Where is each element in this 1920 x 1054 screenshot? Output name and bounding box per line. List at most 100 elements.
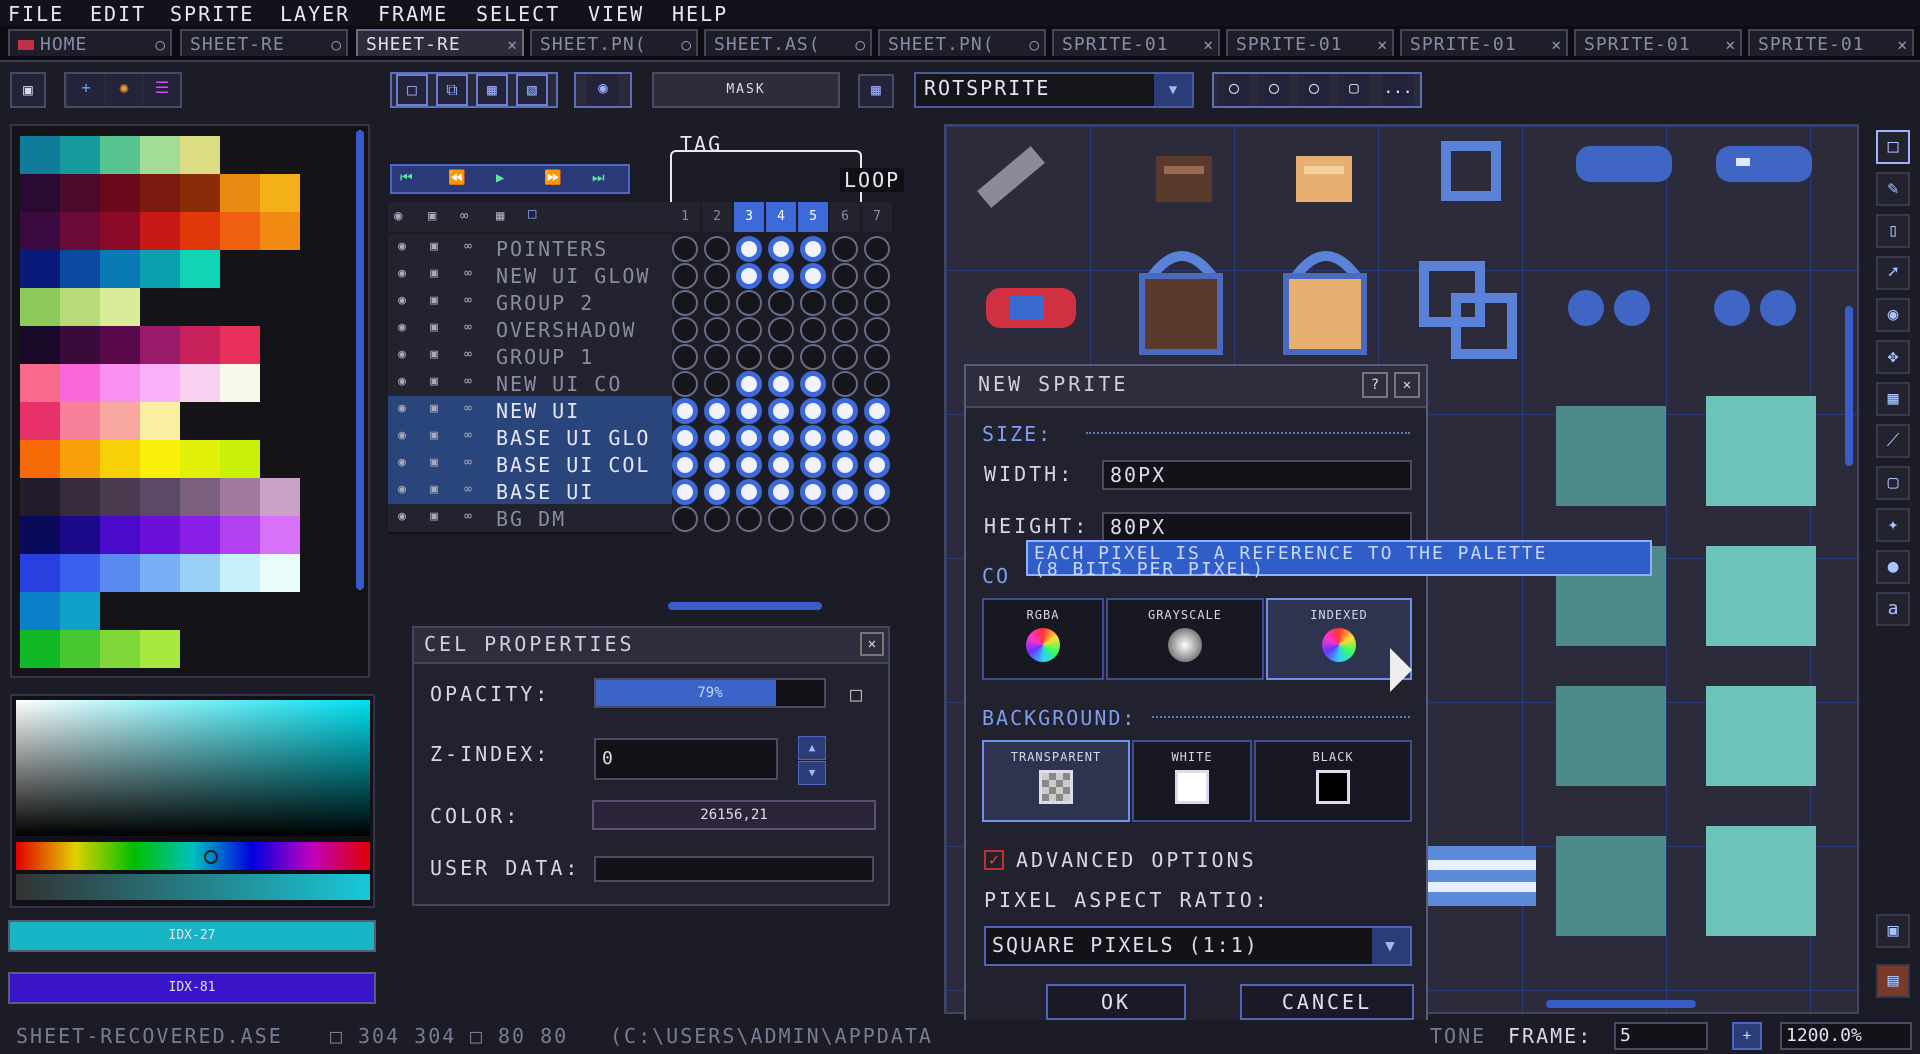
cel[interactable] [736, 398, 762, 424]
cel[interactable] [672, 344, 698, 370]
cel[interactable] [832, 398, 858, 424]
palette-swatch[interactable] [60, 554, 100, 592]
first-frame-icon[interactable]: ⏮ [400, 170, 413, 186]
lock-icon[interactable]: ▣ [424, 239, 444, 257]
palette-swatch[interactable] [100, 630, 140, 668]
color-button[interactable]: 26156,21 [592, 800, 876, 830]
link-icon[interactable]: ∞ [458, 293, 478, 311]
cel[interactable] [864, 236, 890, 262]
tab-document[interactable]: SPRITE-01 ✕ [1748, 29, 1914, 56]
cel[interactable] [800, 236, 826, 262]
add-color-icon[interactable]: + [68, 74, 104, 106]
cel[interactable] [736, 506, 762, 532]
sort-palette-icon[interactable]: ☰ [144, 74, 180, 106]
userdata-input[interactable] [594, 856, 874, 882]
cel[interactable] [704, 290, 730, 316]
cel[interactable] [736, 317, 762, 343]
timeline-toggle-icon[interactable]: ▤ [1876, 964, 1910, 998]
layer-row[interactable]: ◉ ▣ ∞ BG DM [388, 504, 672, 534]
cel[interactable] [800, 506, 826, 532]
palette-swatch[interactable] [60, 212, 100, 250]
eye-icon[interactable]: ◉ [392, 509, 412, 527]
palette-swatch[interactable] [180, 364, 220, 402]
cel[interactable] [864, 317, 890, 343]
palette-swatch[interactable] [140, 136, 180, 174]
cel[interactable] [736, 425, 762, 451]
tab-document[interactable]: SHEET.AS(○ [704, 29, 872, 56]
cel[interactable] [864, 425, 890, 451]
palette-swatch[interactable] [60, 440, 100, 478]
layer-row[interactable]: ◉ ▣ ∞ OVERSHADOW [388, 315, 672, 345]
layer-row[interactable]: ◉ ▣ ∞ NEW UI [388, 396, 672, 426]
zindex-stepper[interactable]: ▲ ▼ [798, 736, 828, 785]
palette-swatch[interactable] [140, 516, 180, 554]
cel[interactable] [736, 371, 762, 397]
palette-swatch[interactable] [220, 364, 260, 402]
tab-document[interactable]: SPRITE-01 ✕ [1052, 29, 1220, 56]
palette-swatch[interactable] [140, 212, 180, 250]
subtract-selection-icon[interactable]: ▦ [476, 74, 508, 106]
zoom-input[interactable]: 1200.0% [1780, 1022, 1912, 1050]
layer-row[interactable]: ◉ ▣ ∞ BASE UI GLO [388, 423, 672, 453]
zindex-input[interactable]: 0 [594, 738, 778, 780]
canvas-horizontal-scrollbar[interactable] [1546, 1000, 1696, 1008]
move-icon[interactable]: ✥ [1876, 340, 1910, 374]
lock-icon[interactable]: ▣ [424, 455, 444, 473]
hue-handle[interactable] [204, 850, 218, 864]
eye-icon[interactable]: ◉ [392, 374, 412, 392]
cel[interactable] [704, 371, 730, 397]
cel[interactable] [736, 236, 762, 262]
palette-swatch[interactable] [20, 212, 60, 250]
blur-icon[interactable]: ✦ [1876, 508, 1910, 542]
palette-swatch[interactable] [260, 516, 300, 554]
palette-swatch[interactable] [140, 326, 180, 364]
cancel-button[interactable]: CANCEL [1240, 984, 1414, 1020]
tab-close-icon[interactable]: ✕ [1377, 31, 1388, 56]
cel[interactable] [672, 479, 698, 505]
eye-icon[interactable]: ◉ [392, 320, 412, 338]
pivot-right-icon[interactable]: ◯ [1298, 74, 1330, 106]
background-color-bar[interactable]: IDX-81 [8, 972, 376, 1004]
palette-swatch[interactable] [20, 288, 60, 326]
copy-icon[interactable]: □ [850, 682, 862, 706]
pivot-center-icon[interactable]: ◯ [1258, 74, 1290, 106]
palette-swatch[interactable] [100, 402, 140, 440]
cel[interactable] [800, 344, 826, 370]
palette-swatch[interactable] [180, 136, 220, 174]
frame-number[interactable]: 7 [862, 202, 892, 232]
palette-swatch[interactable] [20, 402, 60, 440]
ok-button[interactable]: OK [1046, 984, 1186, 1020]
menu-frame[interactable]: FRAME [378, 2, 448, 26]
lock-icon[interactable]: ▣ [424, 428, 444, 446]
frame-input[interactable]: 5 [1614, 1022, 1708, 1050]
cel[interactable] [864, 290, 890, 316]
rotation-algorithm-select[interactable]: ROTSPRITE ▼ [914, 72, 1194, 108]
eye-icon[interactable]: ◉ [392, 239, 412, 257]
cel[interactable] [704, 479, 730, 505]
color-wheel-icon[interactable]: ✺ [106, 74, 142, 106]
link-icon[interactable]: ∞ [458, 428, 478, 446]
palette-swatch[interactable] [140, 440, 180, 478]
menu-sprite[interactable]: SPRITE [170, 2, 254, 26]
palette-swatch[interactable] [20, 136, 60, 174]
tab-home[interactable]: HOME ○ [8, 29, 172, 56]
cel[interactable] [704, 236, 730, 262]
eye-icon[interactable]: ◉ [392, 428, 412, 446]
text-icon[interactable]: a [1876, 592, 1910, 626]
palette-swatch[interactable] [60, 136, 100, 174]
link-icon[interactable]: ∞ [458, 401, 478, 419]
link-icon[interactable]: ∞ [458, 482, 478, 500]
eraser-icon[interactable]: ▯ [1876, 214, 1910, 248]
link-icon[interactable]: ∞ [458, 266, 478, 284]
mode-rgba-button[interactable]: RGBA [982, 598, 1104, 680]
cel[interactable] [800, 290, 826, 316]
canvas-vertical-scrollbar[interactable] [1845, 306, 1853, 466]
cel[interactable] [832, 236, 858, 262]
palette-swatch[interactable] [140, 174, 180, 212]
menu-layer[interactable]: LAYER [280, 2, 350, 26]
layer-row[interactable]: ◉ ▣ ∞ BASE UI COL [388, 450, 672, 480]
palette-swatch[interactable] [20, 250, 60, 288]
palette-swatch[interactable] [140, 402, 180, 440]
pivot-left-icon[interactable]: ◯ [1218, 74, 1250, 106]
tag-label[interactable]: TAG [680, 132, 722, 156]
